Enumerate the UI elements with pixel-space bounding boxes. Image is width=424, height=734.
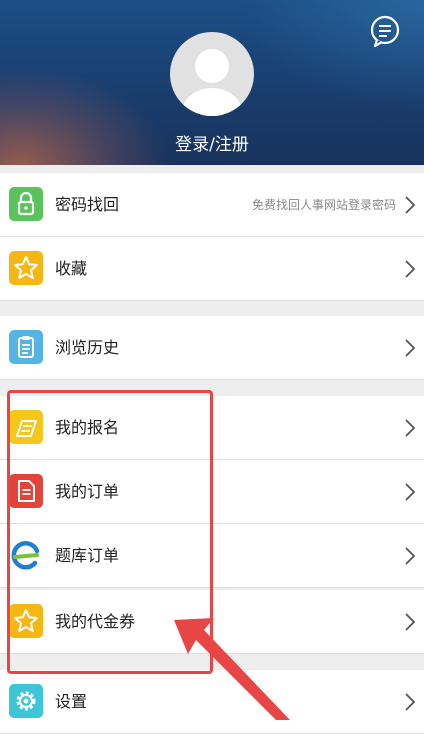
user-silhouette-icon	[182, 49, 242, 116]
document-icon	[9, 474, 43, 508]
menu-item-label: 密码找回	[55, 195, 120, 214]
menu-item-hint: 免费找回人事网站登录密码	[251, 198, 396, 212]
menu-item-label: 收藏	[55, 259, 88, 278]
chevron-right-icon	[405, 613, 416, 631]
menu-item-favorites[interactable]: 收藏	[0, 237, 424, 301]
menu-item-browse-history[interactable]: 浏览历史	[0, 316, 424, 380]
menu-item-my-orders[interactable]: 我的订单	[0, 460, 424, 524]
e-logo-icon	[9, 538, 43, 572]
pen-icon	[9, 410, 43, 444]
login-register-link[interactable]: 登录/注册	[0, 130, 424, 155]
menu-item-label: 题库订单	[55, 546, 120, 565]
chevron-right-icon	[405, 693, 416, 711]
menu-item-my-vouchers[interactable]: 我的代金券	[0, 590, 424, 654]
menu-item-my-registrations[interactable]: 我的报名	[0, 396, 424, 460]
star-icon	[9, 604, 43, 638]
chevron-right-icon	[405, 547, 416, 565]
chevron-right-icon	[405, 260, 416, 278]
menu-item-password-recovery[interactable]: 密码找回 免费找回人事网站登录密码	[0, 173, 424, 237]
chevron-right-icon	[405, 419, 416, 437]
clipboard-icon	[9, 330, 43, 364]
profile-header: 登录/注册	[0, 0, 424, 165]
menu-item-label: 我的报名	[55, 418, 120, 437]
chevron-right-icon	[405, 483, 416, 501]
menu-item-settings[interactable]: 设置	[0, 670, 424, 734]
gear-icon	[9, 684, 43, 718]
lock-icon	[9, 187, 43, 221]
menu-item-label: 设置	[55, 692, 88, 711]
avatar[interactable]	[170, 32, 254, 116]
star-icon	[9, 251, 43, 285]
chevron-right-icon	[405, 339, 416, 357]
menu-item-label: 我的订单	[55, 482, 120, 501]
menu-item-question-bank-orders[interactable]: 题库订单	[0, 524, 424, 588]
menu-item-label: 浏览历史	[55, 338, 120, 357]
menu-item-label: 我的代金券	[55, 612, 136, 631]
message-icon[interactable]	[368, 14, 402, 48]
chevron-right-icon	[405, 196, 416, 214]
